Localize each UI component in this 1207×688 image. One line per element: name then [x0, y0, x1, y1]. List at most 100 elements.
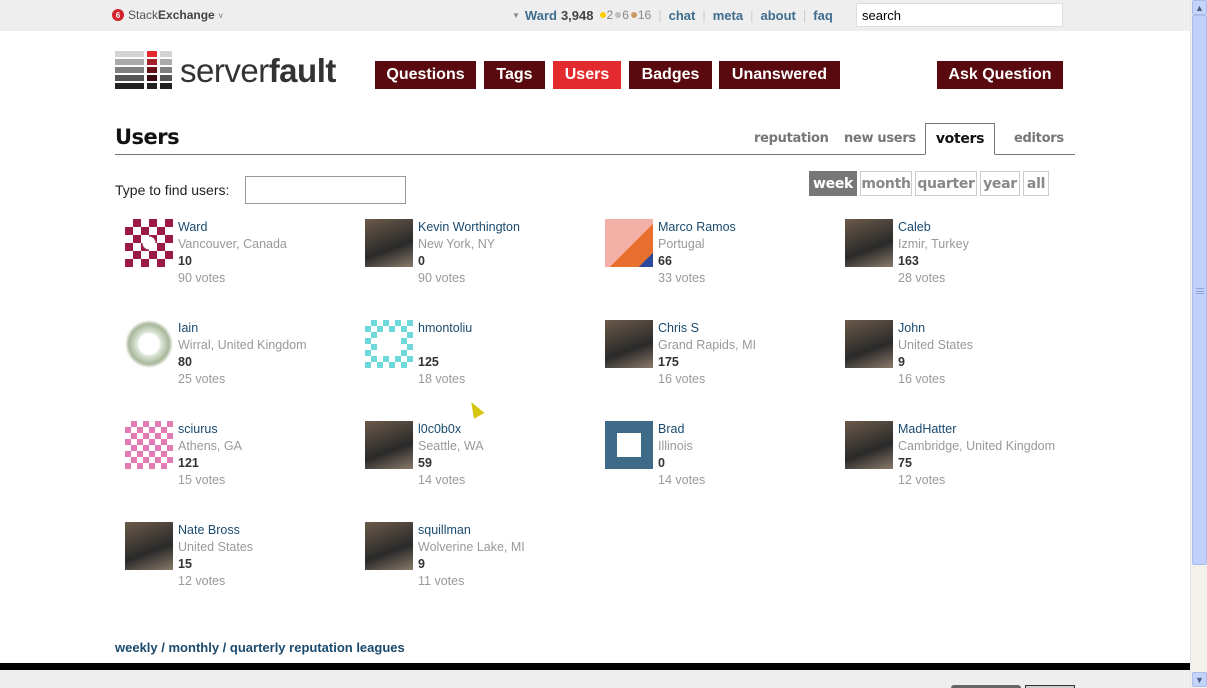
faq-link[interactable]: faq — [813, 8, 833, 23]
user-avatar[interactable] — [365, 522, 413, 570]
filter-all[interactable]: all — [1023, 171, 1049, 196]
user-location: Wolverine Lake, MI — [418, 540, 525, 554]
about-link[interactable]: about — [761, 8, 796, 23]
gold-badge-count: 2 — [606, 8, 614, 22]
user-votes: 14 votes — [418, 473, 466, 487]
user-location: Vancouver, Canada — [178, 237, 287, 251]
user-avatar[interactable] — [125, 522, 173, 570]
user-card: John United States 9 16 votes — [845, 320, 1075, 390]
user-name-link[interactable]: Iain — [178, 320, 307, 337]
user-menu-caret-icon[interactable]: ▼ — [512, 11, 520, 20]
user-card: Caleb Izmir, Turkey 163 28 votes — [845, 219, 1075, 289]
user-avatar[interactable] — [845, 320, 893, 368]
user-name-link[interactable]: hmontoliu — [418, 320, 472, 337]
user-card: squillman Wolverine Lake, MI 9 11 votes — [365, 522, 595, 592]
user-name-link[interactable]: Nate Bross — [178, 522, 253, 539]
user-name-link[interactable]: Ward — [178, 219, 287, 236]
chevron-down-icon: v — [218, 10, 223, 20]
stackexchange-menu[interactable]: 6 StackExchange v — [112, 8, 223, 22]
logo-text-bold: fault — [268, 51, 337, 89]
user-name-link[interactable]: Kevin Worthington — [418, 219, 520, 236]
user-avatar[interactable] — [845, 421, 893, 469]
user-avatar[interactable] — [605, 219, 653, 267]
user-votes: 15 votes — [178, 473, 226, 487]
user-card: sciurus Athens, GA 121 15 votes — [125, 421, 355, 491]
user-avatar[interactable] — [605, 320, 653, 368]
user-details: Chris S Grand Rapids, MI 175 16 votes — [658, 320, 756, 388]
divider: | — [750, 7, 754, 23]
user-name-link[interactable]: Brad — [658, 421, 705, 438]
weekly-league-link[interactable]: weekly — [115, 640, 158, 655]
monthly-league-link[interactable]: monthly — [169, 640, 220, 655]
user-name-link[interactable]: Caleb — [898, 219, 969, 236]
user-votes: 18 votes — [418, 372, 466, 386]
user-location: Illinois — [658, 439, 693, 453]
silver-badge-count: 6 — [622, 8, 629, 22]
separator: / — [157, 640, 169, 655]
tab-reputation[interactable]: reputation — [754, 131, 829, 146]
user-name-link[interactable]: Chris S — [658, 320, 756, 337]
user-avatar[interactable] — [125, 421, 173, 469]
user-card: l0c0b0x Seattle, WA 59 14 votes — [365, 421, 595, 491]
user-name-link[interactable]: Marco Ramos — [658, 219, 736, 236]
user-details: MadHatter Cambridge, United Kingdom 75 12 v… — [898, 421, 1055, 489]
user-name-link[interactable]: sciurus — [178, 421, 242, 438]
scrollbar-thumb[interactable] — [1192, 15, 1207, 565]
scroll-down-icon[interactable]: ▼ — [1192, 672, 1207, 687]
tab-new-users[interactable]: new users — [844, 131, 916, 146]
reputation-leagues: weekly / monthly / quarterly reputation … — [115, 640, 405, 655]
user-avatar[interactable] — [365, 219, 413, 267]
user-avatar[interactable] — [365, 320, 413, 368]
filter-week[interactable]: week — [809, 171, 857, 196]
nav-badges[interactable]: Badges — [629, 61, 712, 89]
user-votes: 16 votes — [658, 372, 706, 386]
user-name-link[interactable]: l0c0b0x — [418, 421, 484, 438]
user-avatar[interactable] — [125, 219, 173, 267]
user-votes: 14 votes — [658, 473, 706, 487]
nav-tags[interactable]: Tags — [484, 61, 545, 89]
nav-users[interactable]: Users — [553, 61, 621, 89]
user-details: Ward Vancouver, Canada 10 90 votes — [178, 219, 287, 287]
network-topbar: 6 StackExchange v ▼ Ward 3,948 2 6 16 | … — [0, 0, 1190, 31]
user-location: Seattle, WA — [418, 439, 484, 453]
logo-text: serverfault — [180, 54, 336, 87]
scroll-up-icon[interactable]: ▲ — [1192, 0, 1207, 15]
user-location: United States — [898, 338, 974, 352]
chat-link[interactable]: chat — [669, 8, 696, 23]
user-details: Marco Ramos Portugal 66 33 votes — [658, 219, 736, 287]
serverfault-logo[interactable]: serverfault — [115, 51, 336, 89]
current-user-link[interactable]: Ward — [525, 8, 557, 23]
nav-unanswered[interactable]: Unanswered — [719, 61, 840, 89]
user-avatar[interactable] — [365, 421, 413, 469]
user-details: squillman Wolverine Lake, MI 9 11 votes — [418, 522, 525, 590]
user-name-link[interactable]: squillman — [418, 522, 525, 539]
separator: / — [219, 640, 230, 655]
tab-voters[interactable]: voters — [925, 123, 995, 155]
search-input[interactable] — [856, 3, 1063, 27]
user-reputation: 59 — [418, 456, 432, 470]
filter-month[interactable]: month — [860, 171, 912, 196]
divider: | — [658, 7, 662, 23]
browser-viewport: 6 StackExchange v ▼ Ward 3,948 2 6 16 | … — [0, 0, 1190, 688]
user-reputation: 10 — [178, 254, 192, 268]
silver-badge-icon — [615, 12, 622, 18]
vertical-scrollbar[interactable]: ▲ ▼ — [1190, 0, 1207, 688]
bronze-badge-count: 16 — [637, 8, 652, 22]
user-name-link[interactable]: MadHatter — [898, 421, 1055, 438]
user-avatar[interactable] — [125, 320, 173, 368]
find-users-input[interactable] — [245, 176, 406, 204]
meta-link[interactable]: meta — [713, 8, 743, 23]
period-filter: week month quarter year all — [809, 171, 1052, 196]
nav-questions[interactable]: Questions — [375, 61, 476, 89]
user-votes: 16 votes — [898, 372, 946, 386]
user-name-link[interactable]: John — [898, 320, 973, 337]
ask-question-button[interactable]: Ask Question — [937, 61, 1063, 89]
filter-quarter[interactable]: quarter — [915, 171, 977, 196]
user-avatar[interactable] — [605, 421, 653, 469]
tab-editors[interactable]: editors — [1014, 131, 1064, 146]
quarterly-league-link[interactable]: quarterly reputation leagues — [230, 640, 405, 655]
user-location: United States — [178, 540, 254, 554]
filter-year[interactable]: year — [980, 171, 1020, 196]
bronze-badge-icon — [630, 12, 637, 18]
user-avatar[interactable] — [845, 219, 893, 267]
